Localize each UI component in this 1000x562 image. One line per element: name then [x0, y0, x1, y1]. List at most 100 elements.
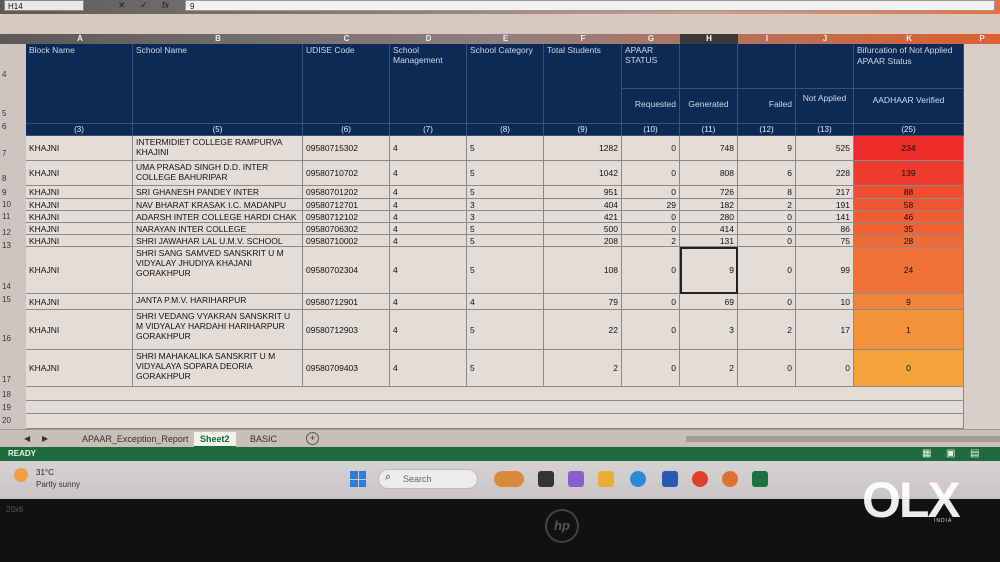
- cell-failed[interactable]: 0: [738, 247, 796, 294]
- task-view-icon[interactable]: [538, 471, 554, 487]
- cell-requested[interactable]: 0: [622, 136, 680, 161]
- cancel-icon[interactable]: ✕: [118, 0, 126, 11]
- cell-total-students[interactable]: 1042: [544, 161, 622, 186]
- cell-aadhaar-verified[interactable]: 1: [854, 310, 964, 350]
- cell-block-name[interactable]: KHAJNI: [26, 161, 133, 186]
- cell-block-name[interactable]: KHAJNI: [26, 310, 133, 350]
- store-icon[interactable]: [662, 471, 678, 487]
- cell-school-name[interactable]: NARAYAN INTER COLLEGE: [133, 223, 303, 235]
- header-requested[interactable]: Requested: [622, 89, 680, 124]
- cell-aadhaar-verified[interactable]: 58: [854, 199, 964, 211]
- cell-school-management[interactable]: 4: [390, 310, 467, 350]
- cell-udise-code[interactable]: 09580715302: [303, 136, 390, 161]
- empty-row[interactable]: [26, 414, 964, 429]
- row-number[interactable]: 15: [2, 295, 22, 304]
- cell-failed[interactable]: 2: [738, 310, 796, 350]
- cell-block-name[interactable]: KHAJNI: [26, 223, 133, 235]
- row-number[interactable]: 5: [2, 109, 22, 118]
- cell-requested[interactable]: 0: [622, 247, 680, 294]
- cell-school-name[interactable]: NAV BHARAT KRASAK I.C. MADANPU: [133, 199, 303, 211]
- cell-not-applied[interactable]: 525: [796, 136, 854, 161]
- row-number[interactable]: 10: [2, 200, 22, 209]
- cell-failed[interactable]: 0: [738, 235, 796, 247]
- row-number[interactable]: 9: [2, 188, 22, 197]
- cell-block-name[interactable]: KHAJNI: [26, 247, 133, 294]
- file-explorer-icon[interactable]: [598, 471, 614, 487]
- cell-requested[interactable]: 0: [622, 211, 680, 223]
- cell-total-students[interactable]: 2: [544, 350, 622, 387]
- cell-school-name[interactable]: ADARSH INTER COLLEGE HARDI CHAK: [133, 211, 303, 223]
- cell-school-category[interactable]: 5: [467, 186, 544, 199]
- column-header-F[interactable]: F: [544, 34, 622, 44]
- tab-scroll-left-icon[interactable]: ◀: [18, 432, 36, 446]
- cell-block-name[interactable]: KHAJNI: [26, 211, 133, 223]
- tab-scroll-right-icon[interactable]: ▶: [36, 432, 54, 446]
- cell-requested[interactable]: 0: [622, 310, 680, 350]
- cell-block-name[interactable]: KHAJNI: [26, 199, 133, 211]
- cell-total-students[interactable]: 421: [544, 211, 622, 223]
- column-header-D[interactable]: D: [390, 34, 467, 44]
- cell-school-name[interactable]: SHRI MAHAKALIKA SANSKRIT U M VIDYALAYA S…: [133, 350, 303, 387]
- cell-failed[interactable]: 0: [738, 211, 796, 223]
- cell-school-category[interactable]: 5: [467, 310, 544, 350]
- cell-failed[interactable]: 8: [738, 186, 796, 199]
- cell-school-category[interactable]: 5: [467, 223, 544, 235]
- row-number[interactable]: 6: [2, 122, 22, 131]
- cell-school-category[interactable]: 3: [467, 199, 544, 211]
- cell-aadhaar-verified[interactable]: 35: [854, 223, 964, 235]
- cell-school-management[interactable]: 4: [390, 186, 467, 199]
- cell-block-name[interactable]: KHAJNI: [26, 235, 133, 247]
- column-header-I[interactable]: I: [738, 34, 796, 44]
- cell-not-applied[interactable]: 141: [796, 211, 854, 223]
- cell-aadhaar-verified[interactable]: 88: [854, 186, 964, 199]
- cell-failed[interactable]: 6: [738, 161, 796, 186]
- horizontal-scrollbar[interactable]: [686, 436, 1000, 442]
- insert-function-icon[interactable]: fx: [162, 0, 169, 11]
- column-header-B[interactable]: B: [133, 34, 303, 44]
- tab-basic[interactable]: BASIC: [244, 432, 283, 446]
- cell-school-category[interactable]: 3: [467, 211, 544, 223]
- formula-input[interactable]: 9: [185, 0, 995, 11]
- header-number[interactable]: (8): [467, 124, 544, 136]
- column-header-A[interactable]: A: [28, 34, 132, 44]
- cell-udise-code[interactable]: 09580712701: [303, 199, 390, 211]
- cell-generated[interactable]: 748: [680, 136, 738, 161]
- header-empty-i[interactable]: [738, 44, 796, 89]
- cell-school-name[interactable]: INTERMIDIET COLLEGE RAMPURVA KHAJINI: [133, 136, 303, 161]
- row-number[interactable]: 18: [2, 390, 22, 399]
- header-generated[interactable]: Generated: [680, 89, 738, 124]
- empty-row[interactable]: [26, 401, 964, 414]
- header-empty-h[interactable]: [680, 44, 738, 89]
- column-header-K[interactable]: K: [854, 34, 964, 44]
- cell-not-applied[interactable]: 191: [796, 199, 854, 211]
- cell-failed[interactable]: 9: [738, 136, 796, 161]
- cell-generated[interactable]: 808: [680, 161, 738, 186]
- cell-school-management[interactable]: 4: [390, 136, 467, 161]
- name-box[interactable]: H14: [4, 0, 84, 11]
- header-number[interactable]: (13): [796, 124, 854, 136]
- cell-aadhaar-verified[interactable]: 234: [854, 136, 964, 161]
- cell-total-students[interactable]: 404: [544, 199, 622, 211]
- weather-widget[interactable]: 31°C Partly sunny: [14, 466, 114, 494]
- cell-generated[interactable]: 2: [680, 350, 738, 387]
- cell-requested[interactable]: 0: [622, 294, 680, 310]
- column-header-E[interactable]: E: [467, 34, 544, 44]
- cell-generated[interactable]: 131: [680, 235, 738, 247]
- cell-school-management[interactable]: 4: [390, 211, 467, 223]
- header-total-students[interactable]: Total Students: [544, 44, 622, 124]
- chrome-icon[interactable]: [692, 471, 708, 487]
- row-number[interactable]: 11: [2, 212, 22, 221]
- cell-block-name[interactable]: KHAJNI: [26, 350, 133, 387]
- cell-failed[interactable]: 0: [738, 294, 796, 310]
- row-number[interactable]: 16: [2, 334, 22, 343]
- cell-generated[interactable]: 69: [680, 294, 738, 310]
- taskbar-search[interactable]: ⌕ Search: [378, 469, 478, 489]
- cell-udise-code[interactable]: 09580712903: [303, 310, 390, 350]
- header-empty-j[interactable]: [796, 44, 854, 89]
- cell-aadhaar-verified[interactable]: 139: [854, 161, 964, 186]
- cell-school-category[interactable]: 5: [467, 247, 544, 294]
- cell-not-applied[interactable]: 0: [796, 350, 854, 387]
- cell-school-management[interactable]: 4: [390, 223, 467, 235]
- cell-udise-code[interactable]: 09580712102: [303, 211, 390, 223]
- enter-icon[interactable]: ✓: [140, 0, 148, 11]
